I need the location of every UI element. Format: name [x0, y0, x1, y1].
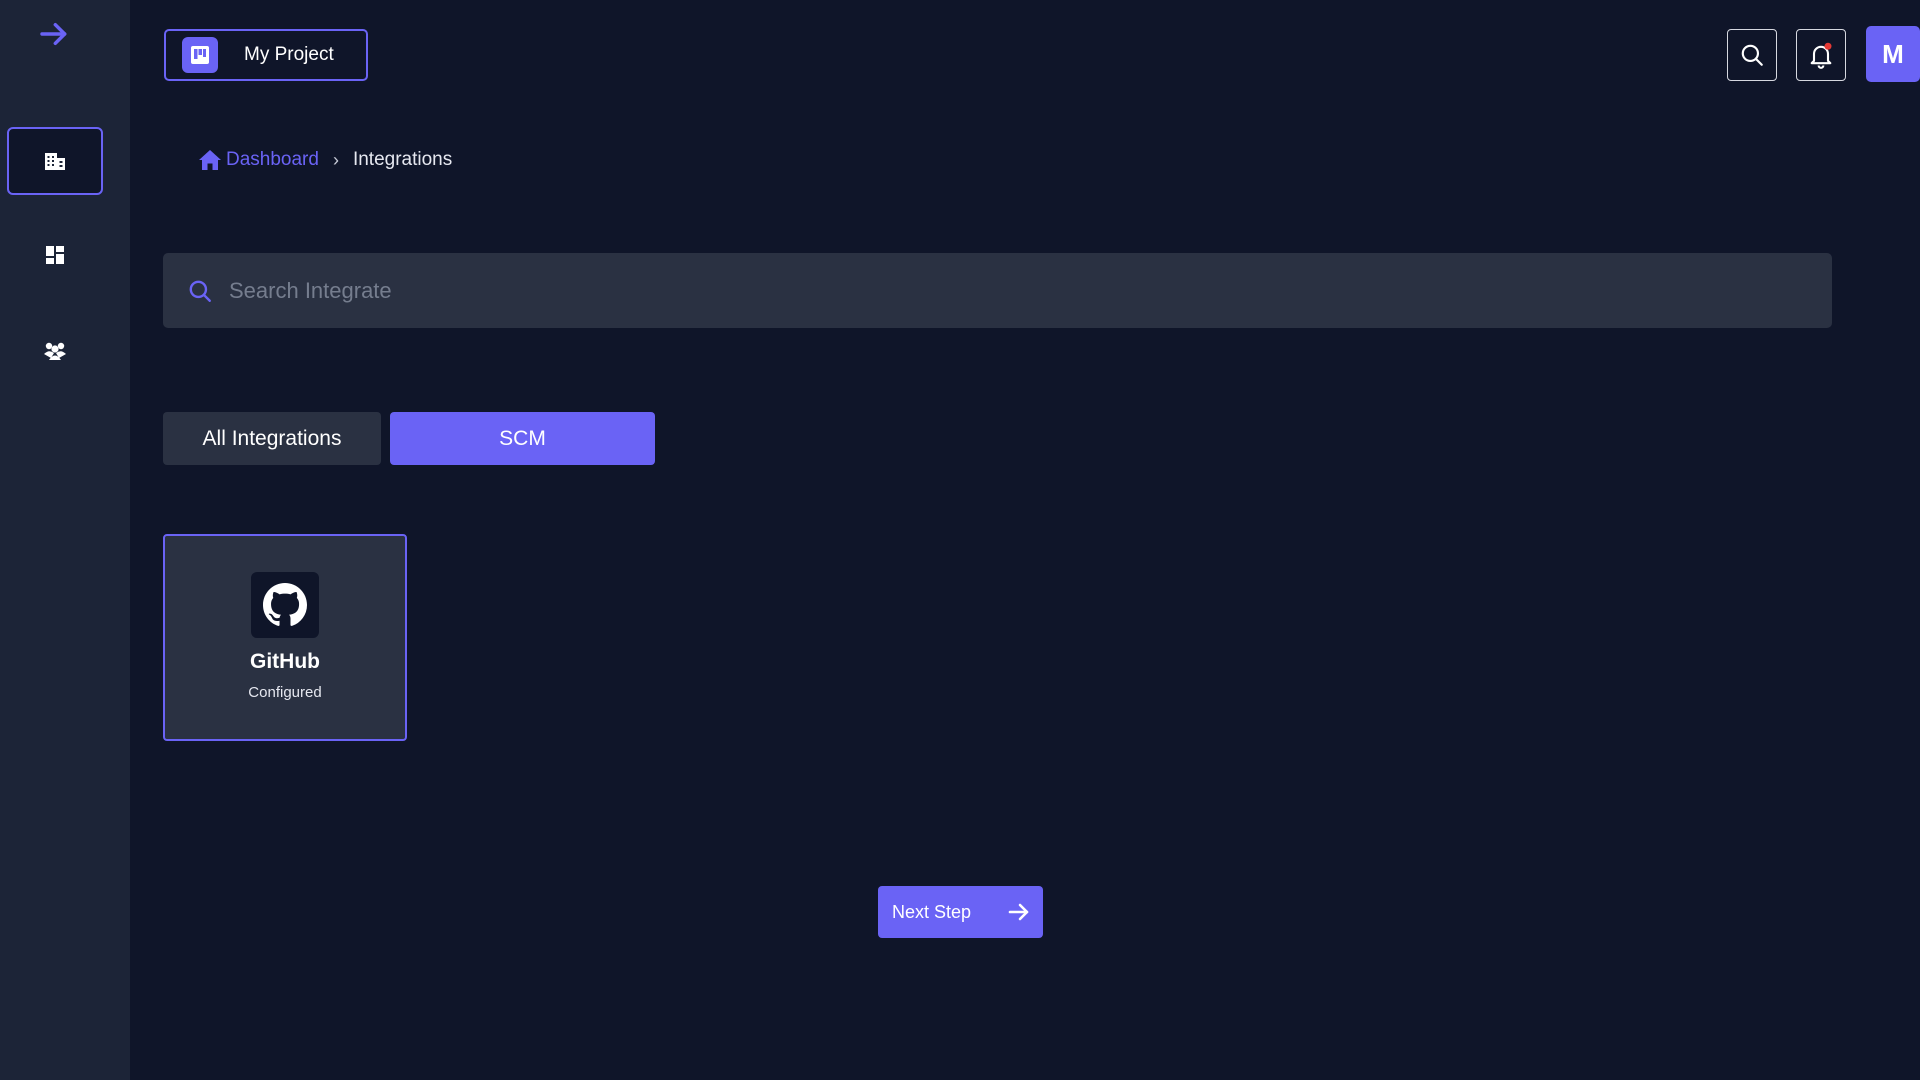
breadcrumb-dashboard-label: Dashboard [226, 149, 319, 170]
arrow-right-icon [40, 22, 67, 46]
header-search-button[interactable] [1727, 29, 1777, 81]
integration-card-github[interactable]: GitHub Configured [163, 534, 407, 741]
integration-search-box [163, 253, 1832, 328]
project-name: My Project [244, 44, 334, 65]
breadcrumb-dashboard-link[interactable]: Dashboard [198, 149, 319, 171]
home-icon [199, 150, 221, 170]
dashboard-grid-icon [46, 246, 64, 264]
project-selector-button[interactable]: My Project [164, 29, 368, 81]
next-step-button[interactable]: Next Step [878, 886, 1043, 938]
search-input[interactable] [213, 253, 1832, 328]
board-icon [182, 37, 218, 73]
sidebar-item-dashboard[interactable] [7, 221, 103, 289]
notifications-button[interactable] [1796, 29, 1846, 81]
building-icon [45, 153, 65, 170]
breadcrumb-current: Integrations [352, 149, 453, 170]
team-icon [44, 342, 66, 360]
arrow-right-icon [1008, 903, 1029, 921]
github-icon [251, 572, 319, 638]
sidebar-item-team[interactable] [7, 317, 103, 385]
tab-all-integrations[interactable]: All Integrations [163, 412, 381, 465]
search-icon [189, 280, 211, 302]
sidebar [0, 0, 130, 1080]
next-step-label: Next Step [892, 901, 972, 922]
notification-dot [1824, 42, 1832, 50]
bell-icon [1810, 42, 1832, 69]
sidebar-toggle-button[interactable] [34, 14, 74, 54]
integration-name: GitHub [250, 650, 320, 673]
tab-scm[interactable]: SCM [390, 412, 655, 465]
sidebar-item-projects[interactable] [7, 127, 103, 195]
breadcrumb: Dashboard › Integrations [198, 146, 452, 174]
breadcrumb-separator: › [332, 149, 339, 170]
search-icon [1741, 44, 1763, 66]
user-avatar[interactable]: M [1866, 26, 1920, 82]
integration-status: Configured [248, 684, 322, 701]
